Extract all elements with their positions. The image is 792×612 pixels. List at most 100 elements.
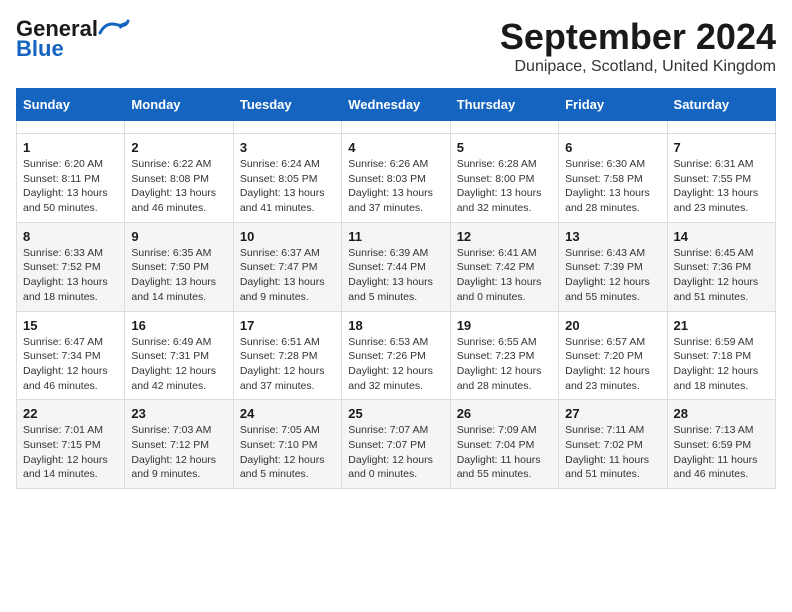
day-detail: Sunrise: 7:07 AM Sunset: 7:07 PM Dayligh…: [348, 423, 443, 482]
day-detail: Sunrise: 6:37 AM Sunset: 7:47 PM Dayligh…: [240, 246, 335, 305]
day-detail: Sunrise: 6:26 AM Sunset: 8:03 PM Dayligh…: [348, 157, 443, 216]
day-detail: Sunrise: 6:51 AM Sunset: 7:28 PM Dayligh…: [240, 335, 335, 394]
day-detail: Sunrise: 7:09 AM Sunset: 7:04 PM Dayligh…: [457, 423, 552, 482]
table-row: [559, 121, 667, 134]
day-number: 28: [674, 406, 769, 421]
day-detail: Sunrise: 7:13 AM Sunset: 6:59 PM Dayligh…: [674, 423, 769, 482]
day-number: 17: [240, 318, 335, 333]
month-title: September 2024: [500, 16, 776, 58]
col-tuesday: Tuesday: [233, 89, 341, 121]
day-detail: Sunrise: 6:28 AM Sunset: 8:00 PM Dayligh…: [457, 157, 552, 216]
day-detail: Sunrise: 7:05 AM Sunset: 7:10 PM Dayligh…: [240, 423, 335, 482]
day-detail: Sunrise: 7:01 AM Sunset: 7:15 PM Dayligh…: [23, 423, 118, 482]
day-detail: Sunrise: 6:39 AM Sunset: 7:44 PM Dayligh…: [348, 246, 443, 305]
table-row: [125, 121, 233, 134]
calendar-header-row: Sunday Monday Tuesday Wednesday Thursday…: [17, 89, 776, 121]
table-row: 9 Sunrise: 6:35 AM Sunset: 7:50 PM Daylig…: [125, 222, 233, 311]
table-row: 7 Sunrise: 6:31 AM Sunset: 7:55 PM Daylig…: [667, 134, 775, 223]
day-number: 10: [240, 229, 335, 244]
day-number: 21: [674, 318, 769, 333]
table-row: 23 Sunrise: 7:03 AM Sunset: 7:12 PM Dayli…: [125, 400, 233, 489]
day-number: 16: [131, 318, 226, 333]
col-friday: Friday: [559, 89, 667, 121]
day-number: 11: [348, 229, 443, 244]
table-row: [17, 121, 125, 134]
day-number: 8: [23, 229, 118, 244]
table-row: 26 Sunrise: 7:09 AM Sunset: 7:04 PM Dayli…: [450, 400, 558, 489]
logo-bird-icon: [98, 19, 130, 39]
day-detail: Sunrise: 6:35 AM Sunset: 7:50 PM Dayligh…: [131, 246, 226, 305]
day-detail: Sunrise: 6:45 AM Sunset: 7:36 PM Dayligh…: [674, 246, 769, 305]
day-detail: Sunrise: 6:22 AM Sunset: 8:08 PM Dayligh…: [131, 157, 226, 216]
day-detail: Sunrise: 6:31 AM Sunset: 7:55 PM Dayligh…: [674, 157, 769, 216]
col-thursday: Thursday: [450, 89, 558, 121]
table-row: [233, 121, 341, 134]
day-number: 19: [457, 318, 552, 333]
day-number: 14: [674, 229, 769, 244]
table-row: 2Sunrise: 6:22 AM Sunset: 8:08 PM Daylig…: [125, 134, 233, 223]
col-sunday: Sunday: [17, 89, 125, 121]
table-row: 17 Sunrise: 6:51 AM Sunset: 7:28 PM Dayli…: [233, 311, 341, 400]
calendar-week-2: 1 Sunrise: 6:20 AM Sunset: 8:11 PM Daylig…: [17, 134, 776, 223]
table-row: 1 Sunrise: 6:20 AM Sunset: 8:11 PM Daylig…: [17, 134, 125, 223]
day-number: 5: [457, 140, 552, 155]
day-detail: Sunrise: 6:49 AM Sunset: 7:31 PM Dayligh…: [131, 335, 226, 394]
table-row: 16 Sunrise: 6:49 AM Sunset: 7:31 PM Dayli…: [125, 311, 233, 400]
table-row: 5 Sunrise: 6:28 AM Sunset: 8:00 PM Daylig…: [450, 134, 558, 223]
day-detail: Sunrise: 6:41 AM Sunset: 7:42 PM Dayligh…: [457, 246, 552, 305]
table-row: 22 Sunrise: 7:01 AM Sunset: 7:15 PM Dayli…: [17, 400, 125, 489]
day-number: 6: [565, 140, 660, 155]
day-detail: Sunrise: 6:24 AM Sunset: 8:05 PM Dayligh…: [240, 157, 335, 216]
table-row: 4Sunrise: 6:26 AM Sunset: 8:03 PM Daylig…: [342, 134, 450, 223]
table-row: 28 Sunrise: 7:13 AM Sunset: 6:59 PM Dayli…: [667, 400, 775, 489]
day-number: 26: [457, 406, 552, 421]
day-detail: Sunrise: 6:59 AM Sunset: 7:18 PM Dayligh…: [674, 335, 769, 394]
table-row: 21 Sunrise: 6:59 AM Sunset: 7:18 PM Dayli…: [667, 311, 775, 400]
day-number: 9: [131, 229, 226, 244]
calendar-week-3: 8 Sunrise: 6:33 AM Sunset: 7:52 PM Daylig…: [17, 222, 776, 311]
table-row: 18Sunrise: 6:53 AM Sunset: 7:26 PM Dayli…: [342, 311, 450, 400]
logo: General Blue: [16, 16, 130, 62]
calendar-table: Sunday Monday Tuesday Wednesday Thursday…: [16, 88, 776, 489]
table-row: [450, 121, 558, 134]
day-number: 23: [131, 406, 226, 421]
day-detail: Sunrise: 6:43 AM Sunset: 7:39 PM Dayligh…: [565, 246, 660, 305]
table-row: 3 Sunrise: 6:24 AM Sunset: 8:05 PM Daylig…: [233, 134, 341, 223]
day-number: 3: [240, 140, 335, 155]
page-header: General Blue September 2024 Dunipace, Sc…: [16, 16, 776, 76]
table-row: 15 Sunrise: 6:47 AM Sunset: 7:34 PM Dayli…: [17, 311, 125, 400]
day-number: 15: [23, 318, 118, 333]
calendar-week-1: [17, 121, 776, 134]
day-number: 22: [23, 406, 118, 421]
day-detail: Sunrise: 6:53 AM Sunset: 7:26 PM Dayligh…: [348, 335, 443, 394]
calendar-week-4: 15 Sunrise: 6:47 AM Sunset: 7:34 PM Dayli…: [17, 311, 776, 400]
day-number: 24: [240, 406, 335, 421]
day-number: 20: [565, 318, 660, 333]
day-detail: Sunrise: 6:30 AM Sunset: 7:58 PM Dayligh…: [565, 157, 660, 216]
table-row: [342, 121, 450, 134]
table-row: [667, 121, 775, 134]
day-detail: Sunrise: 6:33 AM Sunset: 7:52 PM Dayligh…: [23, 246, 118, 305]
table-row: 6 Sunrise: 6:30 AM Sunset: 7:58 PM Daylig…: [559, 134, 667, 223]
logo-blue: Blue: [16, 36, 64, 62]
day-detail: Sunrise: 6:47 AM Sunset: 7:34 PM Dayligh…: [23, 335, 118, 394]
day-number: 12: [457, 229, 552, 244]
title-area: September 2024 Dunipace, Scotland, Unite…: [500, 16, 776, 76]
table-row: 12 Sunrise: 6:41 AM Sunset: 7:42 PM Dayli…: [450, 222, 558, 311]
table-row: 20 Sunrise: 6:57 AM Sunset: 7:20 PM Dayli…: [559, 311, 667, 400]
table-row: 27Sunrise: 7:11 AM Sunset: 7:02 PM Dayli…: [559, 400, 667, 489]
col-monday: Monday: [125, 89, 233, 121]
day-number: 1: [23, 140, 118, 155]
day-detail: Sunrise: 6:55 AM Sunset: 7:23 PM Dayligh…: [457, 335, 552, 394]
table-row: 11 Sunrise: 6:39 AM Sunset: 7:44 PM Dayli…: [342, 222, 450, 311]
day-detail: Sunrise: 6:20 AM Sunset: 8:11 PM Dayligh…: [23, 157, 118, 216]
day-number: 7: [674, 140, 769, 155]
table-row: 13Sunrise: 6:43 AM Sunset: 7:39 PM Dayli…: [559, 222, 667, 311]
table-row: 25 Sunrise: 7:07 AM Sunset: 7:07 PM Dayli…: [342, 400, 450, 489]
day-detail: Sunrise: 6:57 AM Sunset: 7:20 PM Dayligh…: [565, 335, 660, 394]
table-row: 24 Sunrise: 7:05 AM Sunset: 7:10 PM Dayli…: [233, 400, 341, 489]
table-row: 10 Sunrise: 6:37 AM Sunset: 7:47 PM Dayli…: [233, 222, 341, 311]
day-detail: Sunrise: 7:03 AM Sunset: 7:12 PM Dayligh…: [131, 423, 226, 482]
col-saturday: Saturday: [667, 89, 775, 121]
day-number: 25: [348, 406, 443, 421]
